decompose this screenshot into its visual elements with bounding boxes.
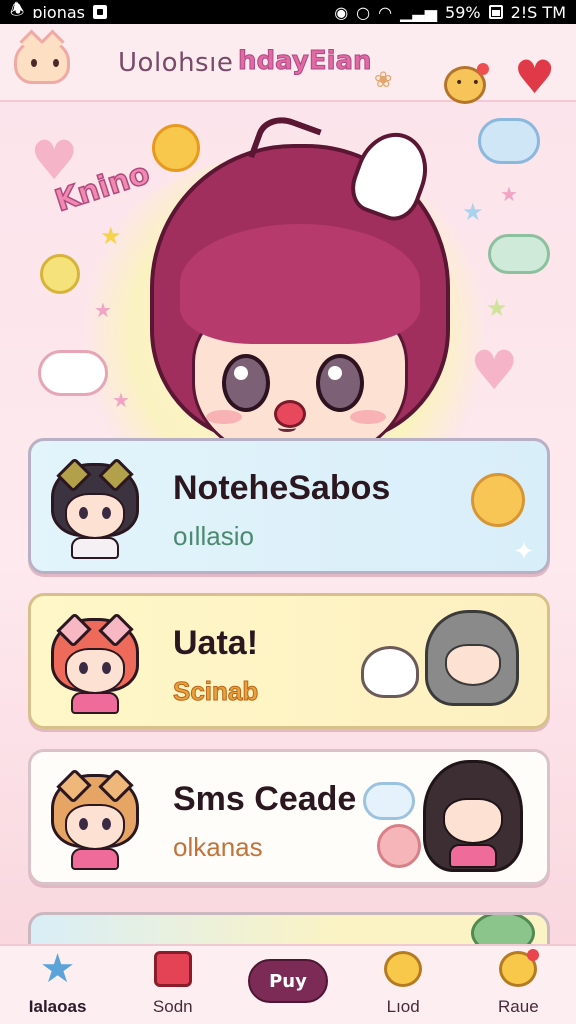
sparkle-icon: ❀ <box>374 68 393 93</box>
heart-icon[interactable]: ♥ <box>514 54 555 100</box>
pink-blob-icon <box>377 824 421 868</box>
lollipop-icon <box>40 254 80 294</box>
card-subtitle: Scinab <box>172 676 259 707</box>
cat-logo-icon[interactable] <box>14 40 70 84</box>
blob-heart-icon <box>499 949 540 987</box>
star-icon: ★ <box>39 946 76 992</box>
star-icon: ★ <box>462 198 484 226</box>
app-title-part2: hdayEian <box>238 46 373 77</box>
avatar <box>45 457 145 561</box>
nav-item-home[interactable]: ★ Ialaoas <box>8 945 108 1024</box>
app-header: Uolohsıe hdayEian ❀ ♥ <box>0 24 576 104</box>
sun-mascot-icon <box>471 473 525 527</box>
list-item[interactable]: Sms Ceade olkanas <box>28 749 550 885</box>
bottom-navigation: ★ Ialaoas Sodn Puy Lıod Raue <box>0 944 576 1024</box>
blue-cloud-icon <box>478 118 540 164</box>
hero-banner: ♥ ♥ ★ ★ ★ ★ ★ ★ Knino <box>0 104 576 440</box>
status-app-text: ɒionas <box>32 2 85 22</box>
nav-item-play[interactable]: Puy <box>238 945 338 1024</box>
nav-item-shop[interactable]: Sodn <box>123 945 223 1024</box>
green-cloud-icon <box>488 234 550 274</box>
app-title-part1: Uolohsıe <box>118 48 234 78</box>
character-eye-left <box>222 354 270 412</box>
list-item[interactable]: Uata! Scinab <box>28 593 550 729</box>
nav-item-list[interactable]: Lıod <box>353 945 453 1024</box>
character-blush <box>350 410 386 424</box>
avatar <box>45 768 145 872</box>
nav-label: Raue <box>498 997 539 1016</box>
character-bangs <box>180 224 420 344</box>
star-icon: ★ <box>100 222 122 250</box>
avatar <box>45 612 145 716</box>
card-subtitle: olkanas <box>173 832 263 862</box>
battery-percent: 59% <box>445 2 481 22</box>
heart-decoration-icon: ♥ <box>470 339 519 402</box>
battery-icon <box>488 5 503 19</box>
notification-icon: 🕭 <box>10 0 25 19</box>
clock: 2!S TM <box>510 2 566 22</box>
star-icon: ★ <box>112 388 130 412</box>
list-item[interactable]: NotehеSabos oıllasio ✦ <box>28 438 550 574</box>
character-eye-right <box>316 354 364 412</box>
star-icon: ★ <box>500 182 518 206</box>
screenshot-icon <box>93 5 107 19</box>
signal-icon: ▁▃▅ <box>400 2 438 22</box>
status-bar: 🕭 ɒionas ◉ ○ ◠ ▁▃▅ 59% 2!S TM <box>0 0 576 24</box>
nav-label: Sodn <box>152 997 193 1016</box>
blob-mascot-icon[interactable] <box>444 63 489 104</box>
play-button[interactable]: Puy <box>247 959 328 1003</box>
wifi-icon: ◠ <box>378 2 393 22</box>
star-icon: ★ <box>486 294 508 322</box>
card-title: Sms Ceade <box>173 780 357 818</box>
cloud-icon <box>363 782 415 820</box>
box-icon <box>153 951 192 987</box>
nav-item-profile[interactable]: Raue <box>468 945 568 1024</box>
blob-icon <box>384 951 423 987</box>
location-icon: ◉ <box>334 2 349 22</box>
white-cat-icon <box>361 646 419 698</box>
character-bow <box>274 400 306 428</box>
cloud-icon <box>38 350 108 396</box>
character-blush <box>206 410 242 424</box>
star-icon: ★ <box>94 298 112 322</box>
card-subtitle: oıllasio <box>173 521 254 551</box>
card-title: NotehеSabos <box>173 469 391 507</box>
nav-label: Lıod <box>386 997 420 1016</box>
sparkle-icon: ✦ <box>513 537 535 567</box>
card-title: Uata! <box>173 624 259 662</box>
alarm-icon: ○ <box>356 2 371 22</box>
nav-label: Ialaoas <box>28 997 87 1016</box>
sun-icon <box>152 124 200 172</box>
